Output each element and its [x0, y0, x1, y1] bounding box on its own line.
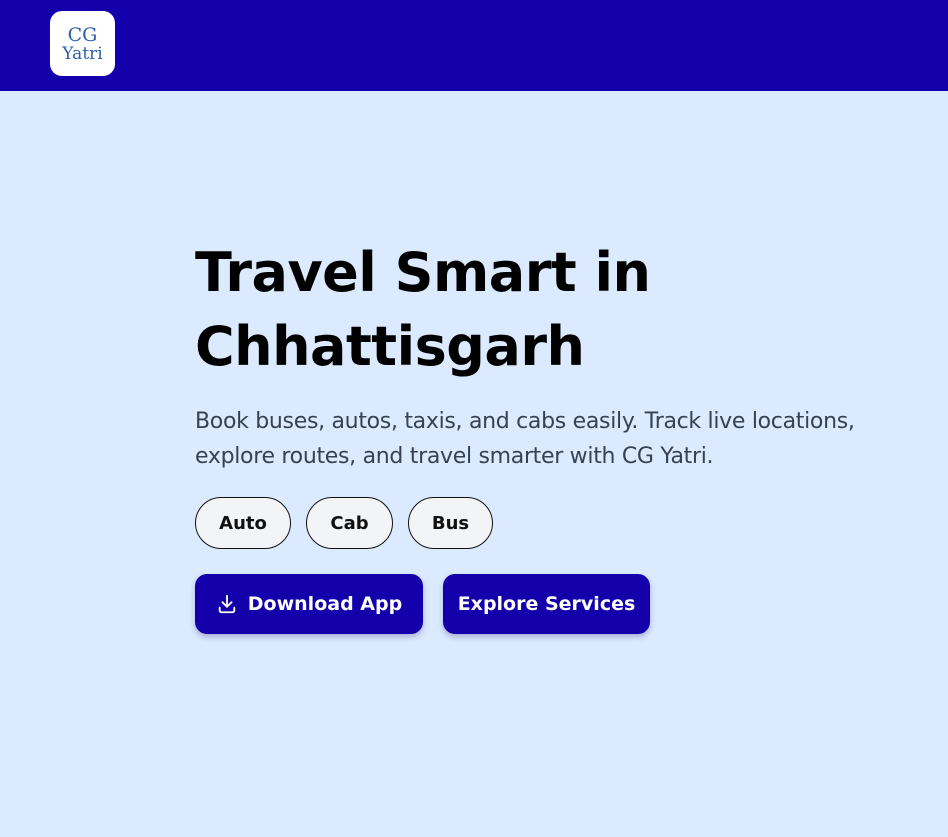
hero-actions: Download App Explore Services — [195, 574, 650, 634]
hero-title: Travel Smart in Chhattisgarh — [195, 236, 895, 384]
cg-yatri-logo[interactable]: CG Yatri — [50, 11, 115, 76]
hero-title-line2: Chhattisgarh — [195, 315, 585, 378]
download-icon — [218, 594, 236, 614]
hero-subtitle: Book buses, autos, taxis, and cabs easil… — [195, 409, 855, 469]
explore-services-button[interactable]: Explore Services — [443, 574, 650, 634]
chip-auto[interactable]: Auto — [195, 497, 291, 549]
explore-services-label: Explore Services — [457, 593, 636, 615]
hero-section: Travel Smart in Chhattisgarh Book buses,… — [195, 236, 895, 474]
download-app-label: Download App — [247, 593, 403, 615]
download-app-button[interactable]: Download App — [195, 574, 423, 634]
chip-cab[interactable]: Cab — [306, 497, 393, 549]
service-chips: Auto Cab Bus — [195, 497, 493, 549]
logo-text-line1: CG — [67, 24, 98, 46]
logo-text-line2: Yatri — [62, 44, 103, 64]
chip-bus[interactable]: Bus — [408, 497, 493, 549]
hero-title-line1: Travel Smart in — [195, 241, 651, 304]
top-navbar: CG Yatri — [0, 0, 948, 91]
